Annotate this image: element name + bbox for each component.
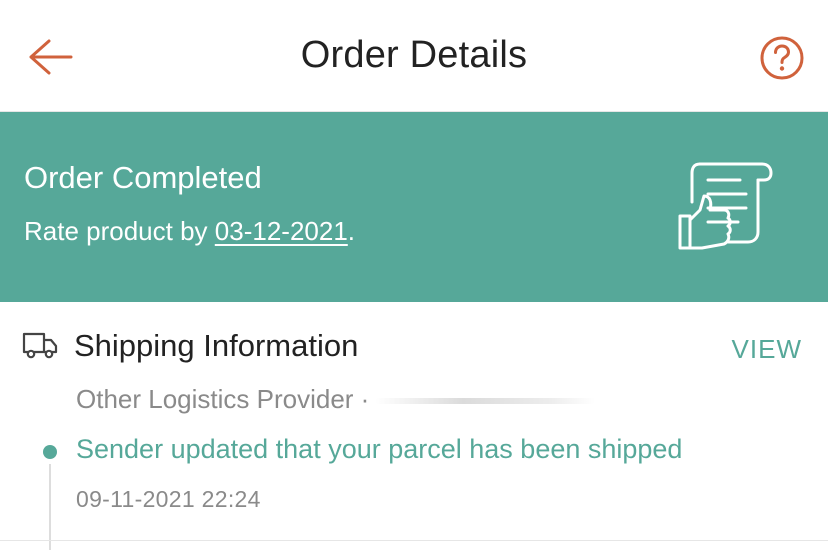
rate-suffix: . [347,216,356,246]
order-status-banner: Order Completed Rate product by 03-12-20… [0,112,828,302]
shipping-information-title: Shipping Information [74,328,359,363]
truck-icon [22,332,58,359]
shipping-event-text[interactable]: Sender updated that your parcel has been… [76,434,682,465]
help-button[interactable] [758,34,806,82]
rate-deadline-link[interactable]: 03-12-2021 [215,216,348,246]
shipping-information-section: Shipping Information VIEW Other Logistic… [0,302,828,550]
rate-product-text: Rate product by 03-12-2021. [24,216,355,247]
page-title: Order Details [300,34,528,76]
redacted-tracking-number [375,398,596,405]
timeline-line [49,464,51,550]
rate-prefix: Rate product by [24,216,215,246]
receipt-thumbs-up-icon [678,162,773,250]
view-shipping-button[interactable]: VIEW [732,334,802,365]
timeline-dot [43,445,57,459]
order-status-title: Order Completed [24,160,262,195]
question-circle-icon [760,36,804,80]
logistics-provider: Other Logistics Provider · [76,384,596,415]
shipping-event-time: 09-11-2021 22:24 [76,486,261,512]
app-header: Order Details [0,0,828,112]
logistics-provider-name: Other Logistics Provider · [76,384,370,414]
section-divider [0,540,828,541]
